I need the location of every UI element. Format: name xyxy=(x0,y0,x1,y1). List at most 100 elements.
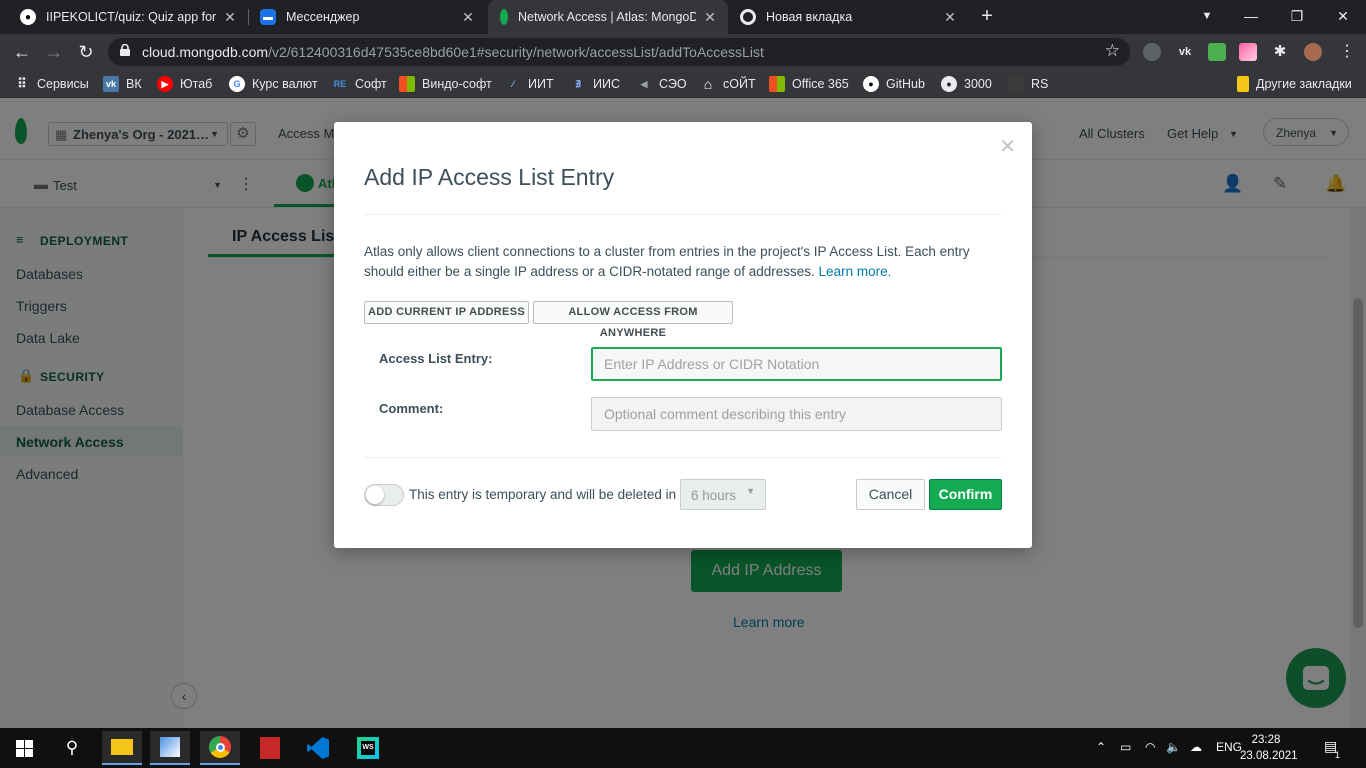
iis-icon: ∄ xyxy=(575,78,581,89)
system-clock[interactable]: 23:28 23.08.2021 xyxy=(1240,732,1298,764)
tab-title: IIPEKOLICT/quiz: Quiz app for ar xyxy=(46,10,216,24)
comment-input[interactable] xyxy=(591,397,1002,431)
url-host: cloud.mongodb.com xyxy=(142,44,269,60)
tab-search-icon[interactable]: ▼ xyxy=(1184,0,1230,34)
vscode-icon[interactable] xyxy=(298,731,338,765)
vk-extension-icon[interactable]: vk xyxy=(1176,43,1194,61)
download-extension-icon[interactable] xyxy=(1208,43,1226,61)
tab-new-tab[interactable]: Новая вкладка ✕ xyxy=(728,0,968,34)
learn-more-link[interactable]: Learn more. xyxy=(819,264,892,279)
webstorm-icon[interactable]: WS xyxy=(348,731,388,765)
bookmark-soft[interactable]: RE Софт xyxy=(332,76,387,92)
clock-date: 23.08.2021 xyxy=(1240,750,1298,762)
tray-chevron-up-icon[interactable]: ⌃ xyxy=(1096,740,1106,754)
bookmark-vk[interactable]: vk ВК xyxy=(103,76,142,92)
battery-icon[interactable]: ▭ xyxy=(1120,740,1131,754)
modal-description: Atlas only allows client connections to … xyxy=(364,242,994,282)
browser-menu-icon[interactable]: ⋮ xyxy=(1338,43,1356,61)
bookmark-services[interactable]: ⠿ Сервисы xyxy=(14,76,89,92)
hours-select[interactable]: 6 hours ▼ xyxy=(680,479,766,510)
close-tab-icon[interactable]: ✕ xyxy=(460,9,476,26)
tab-title: Network Access | Atlas: MongoD xyxy=(518,10,696,24)
confirm-button[interactable]: Confirm xyxy=(929,479,1002,510)
color-extension-icon[interactable] xyxy=(1239,43,1257,61)
extension-play-icon[interactable] xyxy=(1143,43,1161,61)
bookmark-soit[interactable]: ⌂ сОЙТ xyxy=(700,76,756,92)
home-icon: ⌂ xyxy=(703,76,713,92)
close-tab-icon[interactable]: ✕ xyxy=(702,9,718,26)
github-icon: ● xyxy=(863,76,879,92)
bookmark-label: ИИС xyxy=(593,77,620,91)
bookmark-currency[interactable]: G Курс валют xyxy=(229,76,318,92)
url-text: cloud.mongodb.com/v2/612400316d47535ce8b… xyxy=(142,44,764,60)
bookmark-label: Сервисы xyxy=(37,77,89,91)
bookmark-3000[interactable]: ● 3000 xyxy=(941,76,992,92)
apps-grid-icon: ⠿ xyxy=(17,76,27,91)
pdf-app-icon[interactable] xyxy=(250,731,290,765)
browser-tab-strip: ● IIPEKOLICT/quiz: Quiz app for ar ✕ ▬ М… xyxy=(0,0,1366,34)
re-icon: RE xyxy=(333,79,347,89)
cancel-button[interactable]: Cancel xyxy=(856,479,925,510)
toggle-knob xyxy=(366,486,384,504)
add-current-ip-button[interactable]: ADD CURRENT IP ADDRESS xyxy=(364,301,529,324)
onedrive-cloud-icon[interactable]: ☁ xyxy=(1190,740,1202,754)
google-icon: G xyxy=(229,76,245,92)
select-caret-icon: ▼ xyxy=(746,486,755,496)
access-list-entry-label: Access List Entry: xyxy=(379,351,493,366)
profile-avatar-icon[interactable] xyxy=(1304,43,1322,61)
volume-icon[interactable]: 🔈 xyxy=(1166,740,1181,754)
atlas-page: ▦ Zhenya's Org - 2021… ▼ ⚙ Access M All … xyxy=(0,98,1366,728)
bookmark-label: Виндо-софт xyxy=(422,77,492,91)
modal-close-icon[interactable]: ✕ xyxy=(999,134,1016,159)
iit-icon: ⁄ xyxy=(512,79,514,89)
allow-access-anywhere-button[interactable]: ALLOW ACCESS FROM ANYWHERE xyxy=(533,301,733,339)
bookmark-star-icon[interactable]: ☆ xyxy=(1105,41,1120,61)
windows-taskbar: ⚲ WS ⌃ ▭ ◠ 🔈 ☁ ENG 23:28 23.08.2021 ▤ 1 xyxy=(0,728,1366,768)
bookmark-iit[interactable]: ⁄ ИИТ xyxy=(505,76,553,92)
windows-start-icon[interactable] xyxy=(4,731,44,765)
bookmark-label: ВК xyxy=(126,77,142,91)
access-list-entry-input[interactable] xyxy=(591,347,1002,381)
modal-divider xyxy=(364,214,1002,215)
window-close-icon[interactable]: ✕ xyxy=(1320,0,1366,34)
windows-logo-icon xyxy=(399,76,415,92)
close-tab-icon[interactable]: ✕ xyxy=(222,9,238,26)
tab-network-access[interactable]: Network Access | Atlas: MongoD ✕ xyxy=(488,0,728,34)
wifi-icon[interactable]: ◠ xyxy=(1145,740,1155,754)
reload-icon[interactable]: ↻ xyxy=(74,40,98,64)
tab-messenger[interactable]: ▬ Мессенджер ✕ xyxy=(248,0,486,34)
puzzle-extensions-icon[interactable]: ✱ xyxy=(1271,43,1289,61)
microsoft-logo-icon xyxy=(769,76,785,92)
temporary-entry-toggle[interactable] xyxy=(364,484,404,506)
tab-title: Новая вкладка xyxy=(766,10,853,24)
hours-value: 6 hours xyxy=(691,488,737,503)
bookmark-office365[interactable]: Office 365 xyxy=(769,76,849,92)
messenger-icon: ▬ xyxy=(260,9,276,25)
bookmark-youtube[interactable]: ▶ Ютаб xyxy=(157,76,212,92)
bookmark-github[interactable]: ● GitHub xyxy=(863,76,925,92)
add-ip-access-modal: ✕ Add IP Access List Entry Atlas only al… xyxy=(334,122,1032,548)
tab-title: Мессенджер xyxy=(286,10,360,24)
folder-icon xyxy=(1237,76,1249,92)
chrome-taskbar-icon[interactable] xyxy=(200,731,240,765)
close-tab-icon[interactable]: ✕ xyxy=(942,9,958,26)
new-tab-plus-icon[interactable]: + xyxy=(976,5,998,27)
address-bar[interactable]: cloud.mongodb.com/v2/612400316d47535ce8b… xyxy=(108,38,1130,66)
bookmark-label: GitHub xyxy=(886,77,925,91)
forward-arrow-icon[interactable]: → xyxy=(42,40,66,64)
search-icon[interactable]: ⚲ xyxy=(52,731,92,765)
bookmark-rs[interactable]: RS xyxy=(1008,76,1048,92)
rs-icon xyxy=(1008,76,1024,92)
bookmark-iis[interactable]: ∄ ИИС xyxy=(570,76,620,92)
back-arrow-icon[interactable]: ← xyxy=(10,40,34,64)
bookmark-windo-soft[interactable]: Виндо-софт xyxy=(399,76,492,92)
other-bookmarks[interactable]: Другие закладки xyxy=(1237,76,1352,92)
minimize-icon[interactable]: — xyxy=(1228,0,1274,34)
restore-icon[interactable]: ❐ xyxy=(1274,0,1320,34)
file-explorer-icon[interactable] xyxy=(102,731,142,765)
other-bookmarks-label: Другие закладки xyxy=(1256,77,1352,91)
paint-app-icon[interactable] xyxy=(150,731,190,765)
bookmark-seo[interactable]: ◀ СЭО xyxy=(636,76,687,92)
tab-github-quiz[interactable]: ● IIPEKOLICT/quiz: Quiz app for ar ✕ xyxy=(8,0,248,34)
input-language[interactable]: ENG xyxy=(1216,740,1242,754)
